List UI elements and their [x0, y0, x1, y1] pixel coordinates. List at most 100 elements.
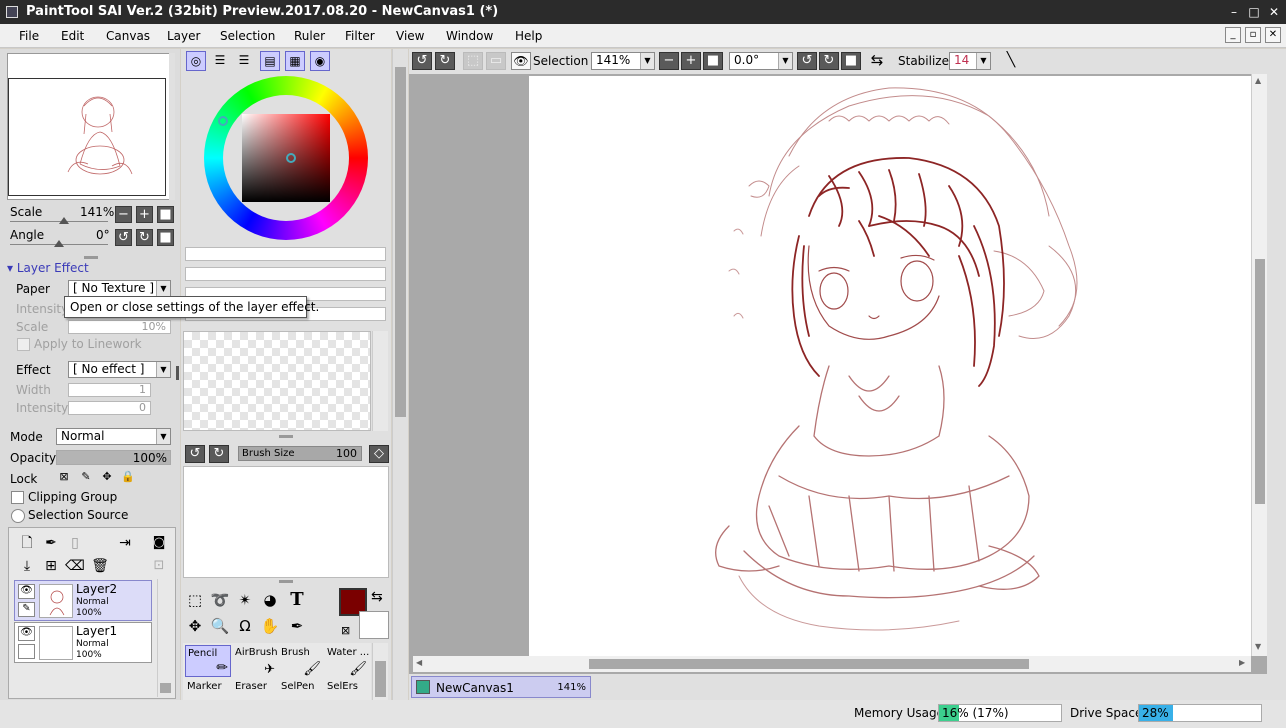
menu-window[interactable]: Window [446, 29, 493, 43]
panel-splitter[interactable] [279, 580, 293, 583]
zoom-reset-icon[interactable]: ■ [703, 52, 723, 70]
effect-intensity-slider[interactable]: 0 [68, 401, 151, 415]
transfer-icon[interactable]: ⇥ [113, 532, 137, 556]
navigator-preview[interactable] [7, 53, 174, 200]
layer-list-scrollbar[interactable] [157, 579, 173, 697]
menu-layer[interactable]: Layer [167, 29, 200, 43]
canvas-hscroll-thumb[interactable] [589, 659, 1029, 669]
zoom-in-button[interactable]: + [136, 206, 153, 223]
rotate-right-icon[interactable]: ↻ [819, 52, 839, 70]
layer-row[interactable]: 👁 ✎ Layer2 Normal 100% [14, 580, 152, 621]
text-tool-icon[interactable]: T [285, 589, 309, 613]
menu-file[interactable]: File [19, 29, 39, 43]
brush-list-scrollbar[interactable] [372, 643, 388, 700]
tool-panel-scroll-thumb[interactable] [395, 67, 406, 417]
rect-select-icon[interactable]: ⬚ [183, 589, 207, 613]
eye-icon[interactable]: 👁 [18, 584, 35, 599]
selection-source-radio[interactable] [11, 509, 25, 523]
stabilizer-select[interactable]: 14 ▼ [949, 52, 991, 70]
scroll-left-arrow[interactable]: ◀ [416, 658, 422, 667]
eyedropper-icon[interactable]: ✒ [285, 615, 309, 639]
brush-preset-icon[interactable]: ◇ [369, 445, 389, 463]
menu-ruler[interactable]: Ruler [294, 29, 325, 43]
eye-icon[interactable]: 👁 [18, 626, 35, 641]
mdi-close-button[interactable]: ✕ [1265, 27, 1281, 43]
menu-selection[interactable]: Selection [220, 29, 275, 43]
mdi-minimize-button[interactable]: _ [1225, 27, 1241, 43]
mixer-tab-icon[interactable]: ◉ [310, 51, 330, 71]
eye-icon[interactable]: 👁 [511, 52, 531, 70]
menu-help[interactable]: Help [515, 29, 542, 43]
brush-list-scroll-thumb[interactable] [375, 661, 386, 697]
edit-indicator[interactable] [18, 644, 35, 659]
rotate-right-button[interactable]: ↻ [136, 229, 153, 246]
layer-row[interactable]: 👁 Layer1 Normal 100% [14, 622, 152, 663]
close-button[interactable]: ✕ [1266, 4, 1282, 20]
rgb-slider-tab-icon[interactable]: ☰ [210, 51, 230, 71]
texture-scale-slider[interactable]: 10% [68, 320, 171, 334]
lasso-icon[interactable]: ➰ [208, 589, 232, 613]
canvas-tab[interactable]: NewCanvas1 141% [411, 676, 591, 698]
brush-tool-water[interactable]: Water ... 🖌 [325, 645, 371, 677]
zoom-reset-button[interactable]: ■ [157, 206, 174, 223]
brush-tool-pencil[interactable]: Pencil ✏ [185, 645, 231, 677]
canvas-vscroll-thumb[interactable] [1255, 259, 1265, 504]
brush-tool-brush[interactable]: Brush 🖌 [279, 645, 325, 677]
canvas-paper[interactable] [529, 76, 1251, 656]
scale-slider-handle[interactable] [59, 217, 69, 224]
lock-all-icon[interactable]: 🔒 [119, 469, 137, 487]
swap-colors-icon[interactable]: ⇆ [371, 589, 383, 605]
apply-mask-icon[interactable]: ⊡ [147, 555, 171, 579]
rotate-left-icon[interactable]: ↺ [797, 52, 817, 70]
layer-effect-header[interactable]: ▾ Layer Effect [7, 261, 89, 275]
zoom-in-icon[interactable]: + [681, 52, 701, 70]
effect-width-slider[interactable]: 1 [68, 383, 151, 397]
new-folder-icon[interactable]: ▯ [63, 532, 87, 556]
angle-slider-handle[interactable] [54, 240, 64, 247]
scratch-pad-scrollbar[interactable] [372, 331, 388, 431]
menu-filter[interactable]: Filter [345, 29, 375, 43]
canvas-horizontal-scrollbar[interactable]: ◀ ▶ [413, 656, 1251, 672]
effect-select[interactable]: [ No effect ] ▼ [68, 361, 171, 378]
move-icon[interactable]: ✥ [183, 615, 207, 639]
redo-icon[interactable]: ↻ [435, 52, 455, 70]
brush-tool-airbrush[interactable]: AirBrush ✈ [233, 645, 279, 677]
hue-picker-handle[interactable] [218, 116, 228, 126]
color-slider-2[interactable] [185, 267, 386, 281]
rotate-reset-icon[interactable]: ■ [841, 52, 861, 70]
menu-canvas[interactable]: Canvas [106, 29, 150, 43]
menu-edit[interactable]: Edit [61, 29, 84, 43]
deselect-icon[interactable]: ⬚ [463, 52, 483, 70]
sv-picker-handle[interactable] [286, 153, 296, 163]
invert-selection-icon[interactable]: ▭ [486, 52, 506, 70]
panel-splitter[interactable] [279, 435, 293, 438]
zoom-select[interactable]: 141% ▼ [591, 52, 655, 70]
magic-wand-icon[interactable]: ✴ [233, 589, 257, 613]
scroll-right-arrow[interactable]: ▶ [1239, 658, 1245, 667]
clear-layer-icon[interactable]: ⌫ [63, 555, 87, 579]
panel-resize-grip[interactable] [176, 366, 179, 380]
hand-icon[interactable]: ✋ [258, 615, 282, 639]
undo-icon[interactable]: ↺ [412, 52, 432, 70]
color-wheel-tab-icon[interactable]: ◎ [186, 51, 206, 71]
canvas-viewport[interactable]: ▲ ▼ ◀ ▶ [409, 74, 1286, 674]
layer-mask-icon[interactable]: ◙ [147, 532, 171, 556]
shape-icon[interactable]: ◕ [258, 589, 282, 613]
delete-layer-icon[interactable]: 🗑 [88, 555, 112, 579]
merge-down-icon[interactable]: ⤓ [15, 555, 39, 579]
clipping-group-checkbox[interactable] [11, 491, 24, 504]
navigator-scrollbar[interactable] [169, 53, 175, 200]
canvas-vertical-scrollbar[interactable]: ▲ ▼ [1251, 74, 1267, 656]
sub-color-swatch[interactable] [359, 611, 389, 639]
swatch-tab-icon[interactable]: ▦ [285, 51, 305, 71]
zoom-out-button[interactable]: − [115, 206, 132, 223]
opacity-slider[interactable]: 100% [56, 450, 171, 465]
redo-brush-icon[interactable]: ↻ [209, 445, 229, 463]
angle-select[interactable]: 0.0° ▼ [729, 52, 793, 70]
scroll-up-arrow[interactable]: ▲ [1255, 76, 1261, 85]
scroll-down-arrow[interactable] [160, 683, 171, 693]
tool-panel-scrollbar[interactable] [392, 49, 408, 700]
zoom-out-icon[interactable]: − [659, 52, 679, 70]
brush-size-slider[interactable]: Brush Size 100 [238, 446, 362, 461]
transparent-color-icon[interactable]: ⊠ [341, 624, 350, 637]
